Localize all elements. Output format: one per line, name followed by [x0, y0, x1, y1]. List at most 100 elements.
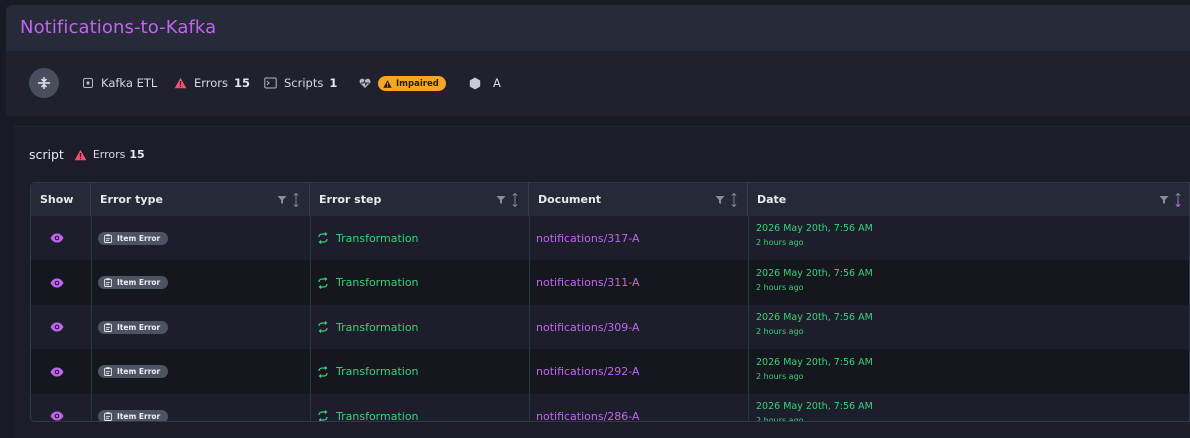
refresh-icon [318, 321, 328, 333]
column-header-date[interactable]: Date [748, 183, 1189, 216]
task-type-label: Kafka ETL [101, 76, 158, 90]
refresh-icon [318, 410, 328, 421]
title-bar: Notifications-to-Kafka [6, 5, 1190, 51]
document-link[interactable]: notifications/317-A [536, 216, 640, 260]
error-type-badge: Item Error [98, 394, 169, 421]
date-value: 2026 May 20th, 7:56 AM [756, 223, 873, 234]
script-header: script Errors 15 [29, 147, 145, 162]
document-link[interactable]: notifications/292-A [536, 350, 640, 394]
relative-time: 2 hours ago [756, 371, 804, 381]
table-header: Show Error type Error step Document Date [31, 183, 1189, 216]
table-row[interactable]: Item Error Transformation notifications/29… [31, 349, 1189, 394]
sort-descending-icon[interactable] [1175, 193, 1181, 207]
collapse-button[interactable] [29, 68, 59, 98]
table-row[interactable]: Item Error Transformation notifications/31… [31, 260, 1189, 305]
error-type-badge: Item Error [98, 350, 169, 394]
eye-icon [50, 411, 64, 421]
document-link[interactable]: notifications/311-A [536, 261, 640, 305]
table-row[interactable]: Item Error Transformation notifications/28… [31, 394, 1189, 422]
column-divider [529, 216, 530, 421]
show-button[interactable] [50, 394, 64, 421]
errors-summary[interactable]: Errors 15 [174, 76, 250, 90]
scripts-summary[interactable]: Scripts 1 [264, 76, 337, 90]
clipboard-icon [104, 322, 112, 332]
scripts-label: Scripts [284, 76, 324, 90]
errors-panel: script Errors 15 Show Error type Error s… [14, 126, 1190, 438]
show-button[interactable] [50, 216, 64, 260]
refresh-icon [318, 276, 328, 289]
eye-icon [50, 367, 64, 376]
date-value: 2026 May 20th, 7:56 AM [756, 401, 873, 412]
error-type-label: Item Error [117, 278, 161, 287]
sort-icon[interactable] [512, 193, 518, 207]
panel-errors-label: Errors [92, 148, 126, 161]
error-type-label: Item Error [117, 411, 161, 421]
filter-icon[interactable] [277, 195, 287, 205]
error-step-label: Transformation [336, 276, 419, 289]
page-title: Notifications-to-Kafka [20, 17, 217, 38]
document-link[interactable]: notifications/286-A [536, 394, 640, 422]
errors-count: 15 [234, 76, 251, 90]
table-row[interactable]: Item Error Transformation notifications/30… [31, 305, 1189, 349]
collapse-icon [38, 77, 50, 89]
terminal-icon [264, 77, 277, 89]
error-step-label: Transformation [336, 231, 419, 245]
date-cell: 2026 May 20th, 7:56 AM 2 hours ago [756, 216, 873, 260]
node-hexagon-icon [469, 77, 481, 89]
errors-label: Errors [194, 76, 229, 90]
sort-icon[interactable] [731, 193, 737, 207]
date-cell: 2026 May 20th, 7:56 AM 2 hours ago [756, 350, 873, 394]
filter-icon[interactable] [715, 195, 725, 205]
filter-icon[interactable] [496, 195, 506, 205]
show-button[interactable] [50, 261, 64, 305]
column-header-document[interactable]: Document [529, 183, 748, 216]
clipboard-icon [104, 278, 112, 287]
document-link[interactable]: notifications/309-A [536, 305, 640, 349]
panel-errors-count: 15 [129, 148, 145, 161]
column-header-error-step[interactable]: Error step [310, 183, 529, 216]
task-type: Kafka ETL [82, 76, 157, 90]
show-button[interactable] [50, 350, 64, 394]
error-triangle-icon [174, 77, 187, 89]
show-button[interactable] [50, 305, 64, 349]
error-type-label: Item Error [117, 367, 161, 376]
heart-icon [359, 78, 371, 88]
error-step: Transformation [317, 261, 419, 305]
relative-time: 2 hours ago [756, 327, 804, 336]
refresh-icon [318, 232, 328, 244]
date-value: 2026 May 20th, 7:56 AM [756, 356, 873, 368]
date-value: 2026 May 20th, 7:56 AM [756, 267, 873, 279]
status: Impaired [359, 76, 446, 91]
info-bar: Kafka ETL Errors 15 Scripts 1 Impaired A [6, 51, 1190, 116]
eye-icon [50, 233, 64, 243]
refresh-icon [318, 365, 328, 378]
date-cell: 2026 May 20th, 7:56 AM 2 hours ago [756, 394, 873, 422]
relative-time: 2 hours ago [756, 416, 804, 422]
column-divider [310, 216, 311, 421]
status-badge-label: Impaired [396, 78, 439, 89]
column-header-error-type[interactable]: Error type [91, 183, 310, 216]
status-badge: Impaired [378, 76, 446, 91]
clipboard-icon [104, 411, 112, 421]
errors-table: Show Error type Error step Document Date… [30, 182, 1190, 422]
sort-icon[interactable] [293, 193, 299, 207]
relative-time: 2 hours ago [756, 238, 804, 247]
error-step-label: Transformation [336, 365, 419, 378]
filter-icon[interactable] [1159, 195, 1169, 205]
error-step-label: Transformation [336, 409, 419, 422]
error-type-badge: Item Error [98, 305, 169, 349]
clipboard-icon [104, 367, 112, 376]
column-divider [748, 216, 749, 421]
eye-icon [50, 278, 64, 287]
node-label: A [493, 76, 501, 90]
node-tag: A [469, 76, 501, 90]
date-value: 2026 May 20th, 7:56 AM [756, 312, 873, 323]
table-row[interactable]: Item Error Transformation notifications/31… [31, 216, 1189, 260]
kafka-etl-icon [83, 78, 93, 88]
clipboard-icon [104, 233, 112, 243]
error-step: Transformation [317, 394, 419, 422]
error-type-label: Item Error [117, 322, 161, 332]
script-label: script [29, 147, 64, 162]
error-type-badge: Item Error [98, 216, 169, 260]
relative-time: 2 hours ago [756, 282, 804, 292]
